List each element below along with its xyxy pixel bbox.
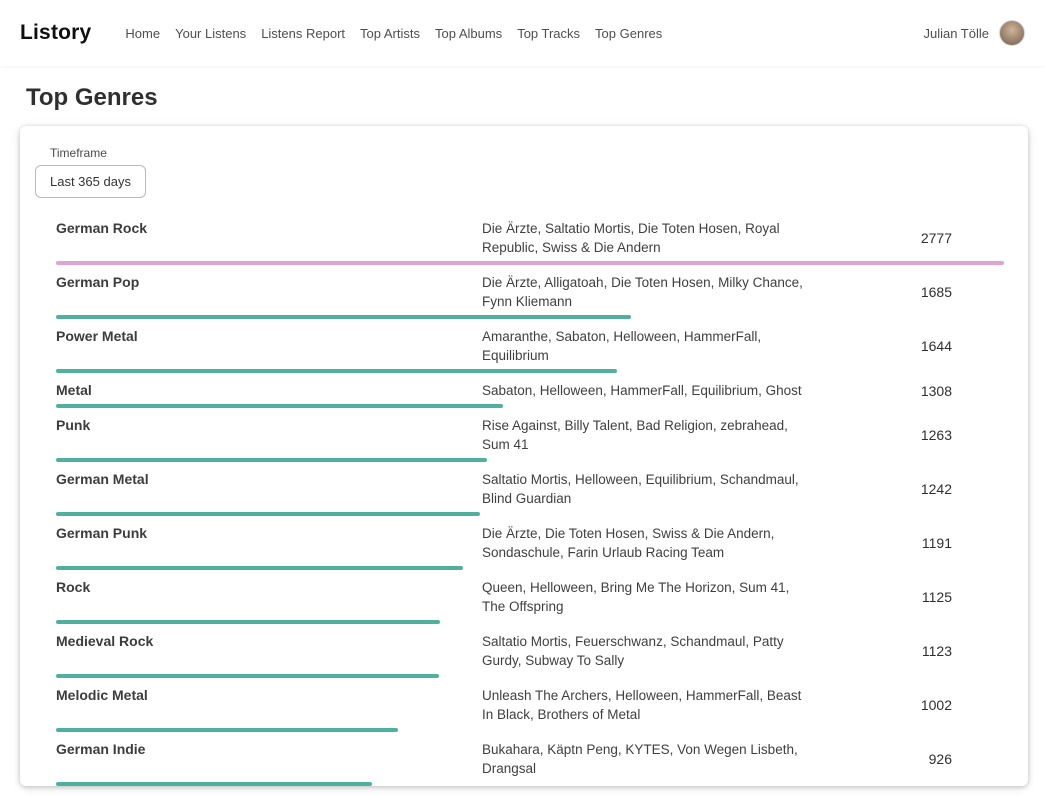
genre-artists: Queen, Helloween, Bring Me The Horizon, … xyxy=(482,578,814,616)
genre-count: 1644 xyxy=(814,338,1004,354)
genre-row-grid: Medieval Rock Saltatio Mortis, Feuerschw… xyxy=(56,624,1004,674)
genre-artists: Saltatio Mortis, Feuerschwanz, Schandmau… xyxy=(482,632,814,670)
genre-name: German Punk xyxy=(56,524,482,562)
brand-logo[interactable]: Listory xyxy=(20,21,91,45)
genre-artists: Die Ärzte, Alligatoah, Die Toten Hosen, … xyxy=(482,273,814,311)
genre-artists: Rise Against, Billy Talent, Bad Religion… xyxy=(482,416,814,454)
user-avatar[interactable] xyxy=(999,20,1025,46)
nav-link-top-artists[interactable]: Top Artists xyxy=(360,26,420,41)
genre-bar-fill xyxy=(56,782,372,786)
genre-name: Medieval Rock xyxy=(56,632,482,670)
nav-link-top-genres[interactable]: Top Genres xyxy=(595,26,662,41)
genre-count: 1125 xyxy=(814,589,1004,605)
genre-name: Melodic Metal xyxy=(56,686,482,724)
genre-row-grid: Power Metal Amaranthe, Sabaton, Hellowee… xyxy=(56,319,1004,369)
user-name[interactable]: Julian Tölle xyxy=(923,26,989,41)
main-content: Top Genres Timeframe Last 365 days Germa… xyxy=(0,84,1045,786)
genre-name: Metal xyxy=(56,381,482,400)
genre-artists: Saltatio Mortis, Helloween, Equilibrium,… xyxy=(482,470,814,508)
nav-link-home[interactable]: Home xyxy=(125,26,160,41)
genre-row[interactable]: Medieval Rock Saltatio Mortis, Feuerschw… xyxy=(56,624,1004,678)
genre-row-grid: German Indie Bukahara, Käptn Peng, KYTES… xyxy=(56,732,1004,782)
genre-artists: Die Ärzte, Die Toten Hosen, Swiss & Die … xyxy=(482,524,814,562)
genre-row[interactable]: Punk Rise Against, Billy Talent, Bad Rel… xyxy=(56,408,1004,462)
genre-row[interactable]: German Rock Die Ärzte, Saltatio Mortis, … xyxy=(56,211,1004,265)
genre-count: 1123 xyxy=(814,643,1004,659)
genre-row-grid: German Pop Die Ärzte, Alligatoah, Die To… xyxy=(56,265,1004,315)
genre-name: Power Metal xyxy=(56,327,482,365)
genre-row[interactable]: German Indie Bukahara, Käptn Peng, KYTES… xyxy=(56,732,1004,786)
genre-row[interactable]: Power Metal Amaranthe, Sabaton, Hellowee… xyxy=(56,319,1004,373)
genre-count: 1002 xyxy=(814,697,1004,713)
nav-link-your-listens[interactable]: Your Listens xyxy=(175,26,246,41)
genre-count: 1308 xyxy=(814,383,1004,399)
genre-count: 1685 xyxy=(814,284,1004,300)
genre-row[interactable]: Melodic Metal Unleash The Archers, Hello… xyxy=(56,678,1004,732)
genre-name: German Pop xyxy=(56,273,482,311)
top-genres-card: Timeframe Last 365 days German Rock Die … xyxy=(20,126,1028,786)
genre-bar xyxy=(56,782,1004,786)
genre-count: 1263 xyxy=(814,427,1004,443)
genre-row-grid: German Punk Die Ärzte, Die Toten Hosen, … xyxy=(56,516,1004,566)
top-nav: Listory Home Your Listens Listens Report To… xyxy=(0,0,1045,66)
genre-row[interactable]: German Punk Die Ärzte, Die Toten Hosen, … xyxy=(56,516,1004,570)
genre-row-grid: Rock Queen, Helloween, Bring Me The Hori… xyxy=(56,570,1004,620)
genre-row[interactable]: Metal Sabaton, Helloween, HammerFall, Eq… xyxy=(56,373,1004,408)
nav-links: Home Your Listens Listens Report Top Artist… xyxy=(125,26,923,41)
genre-artists: Bukahara, Käptn Peng, KYTES, Von Wegen L… xyxy=(482,740,814,778)
genre-row-grid: Melodic Metal Unleash The Archers, Hello… xyxy=(56,678,1004,728)
genre-count: 1242 xyxy=(814,481,1004,497)
genre-row[interactable]: German Metal Saltatio Mortis, Helloween,… xyxy=(56,462,1004,516)
genre-row[interactable]: German Pop Die Ärzte, Alligatoah, Die To… xyxy=(56,265,1004,319)
genre-artists: Amaranthe, Sabaton, Helloween, HammerFal… xyxy=(482,327,814,365)
timeframe-select[interactable]: Last 365 days xyxy=(35,165,146,198)
genre-count: 2777 xyxy=(814,230,1004,246)
page-title: Top Genres xyxy=(26,84,1028,112)
genre-name: German Rock xyxy=(56,219,482,257)
genre-artists: Sabaton, Helloween, HammerFall, Equilibr… xyxy=(482,381,814,400)
genre-name: German Indie xyxy=(56,740,482,778)
genre-list: German Rock Die Ärzte, Saltatio Mortis, … xyxy=(56,211,1004,786)
genre-row[interactable]: Rock Queen, Helloween, Bring Me The Hori… xyxy=(56,570,1004,624)
genre-row-grid: German Metal Saltatio Mortis, Helloween,… xyxy=(56,462,1004,512)
genre-count: 926 xyxy=(814,751,1004,767)
genre-row-grid: Punk Rise Against, Billy Talent, Bad Rel… xyxy=(56,408,1004,458)
genre-row-grid: Metal Sabaton, Helloween, HammerFall, Eq… xyxy=(56,373,1004,404)
nav-link-top-albums[interactable]: Top Albums xyxy=(435,26,502,41)
genre-name: German Metal xyxy=(56,470,482,508)
genre-artists: Die Ärzte, Saltatio Mortis, Die Toten Ho… xyxy=(482,219,814,257)
genre-name: Rock xyxy=(56,578,482,616)
nav-link-listens-report[interactable]: Listens Report xyxy=(261,26,345,41)
genre-row-grid: German Rock Die Ärzte, Saltatio Mortis, … xyxy=(56,211,1004,261)
genre-artists: Unleash The Archers, Helloween, HammerFa… xyxy=(482,686,814,724)
genre-count: 1191 xyxy=(814,535,1004,551)
nav-user-area: Julian Tölle xyxy=(923,20,1025,46)
nav-link-top-tracks[interactable]: Top Tracks xyxy=(517,26,580,41)
timeframe-label: Timeframe xyxy=(50,146,1004,160)
genre-name: Punk xyxy=(56,416,482,454)
